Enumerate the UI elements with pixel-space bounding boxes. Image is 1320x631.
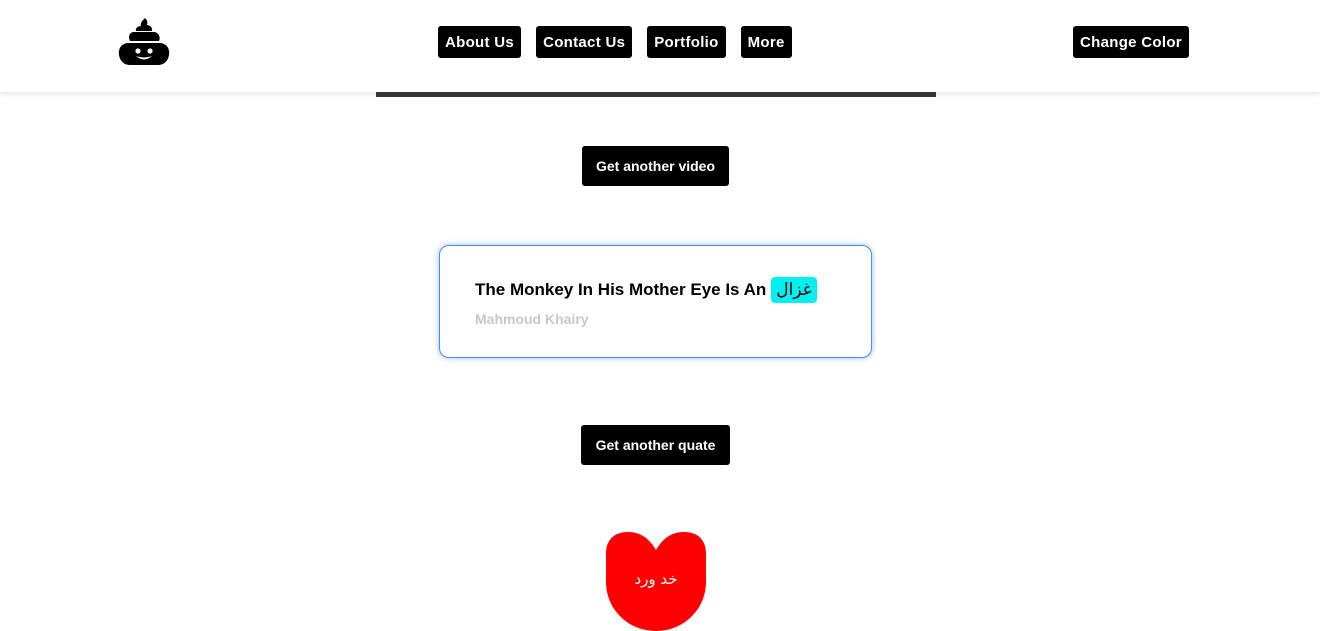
- quote-text: The Monkey In His Mother Eye Is An: [475, 280, 767, 299]
- heart-shape[interactable]: خد ورد: [606, 532, 706, 631]
- main-nav: About Us Contact Us Portfolio More: [438, 26, 792, 58]
- nav-about-us-button[interactable]: About Us: [438, 26, 522, 58]
- get-another-video-button[interactable]: Get another video: [582, 146, 729, 186]
- quote-highlight-word: غزال: [771, 277, 817, 303]
- poop-emoji-icon[interactable]: [118, 16, 170, 68]
- change-color-button[interactable]: Change Color: [1073, 26, 1189, 58]
- quote-author: Mahmoud Khairy: [475, 311, 589, 327]
- nav-more-button[interactable]: More: [740, 26, 792, 58]
- nav-contact-us-button[interactable]: Contact Us: [536, 26, 633, 58]
- quote-line: The Monkey In His Mother Eye Is An غزال: [475, 277, 817, 303]
- video-player[interactable]: [376, 92, 936, 97]
- get-another-quote-button[interactable]: Get another quate: [581, 425, 730, 465]
- site-header: About Us Contact Us Portfolio More Chang…: [0, 0, 1320, 92]
- heart-text: خد ورد: [634, 570, 678, 588]
- quote-card: The Monkey In His Mother Eye Is An غزال …: [439, 245, 872, 358]
- nav-portfolio-button[interactable]: Portfolio: [647, 26, 726, 58]
